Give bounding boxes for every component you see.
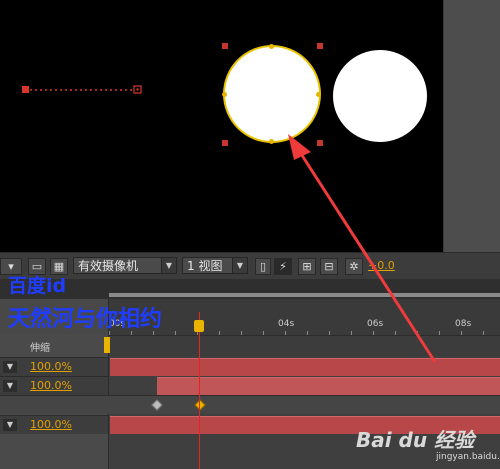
watermark-line-2: 天然河与你相约 <box>8 307 163 332</box>
annotation-arrow <box>288 134 437 363</box>
baidu-logo: Bai du 经验 <box>356 428 475 452</box>
baidu-url: jingyan.baidu.com <box>436 452 500 462</box>
watermark-line-1: 百度id <box>8 275 67 297</box>
